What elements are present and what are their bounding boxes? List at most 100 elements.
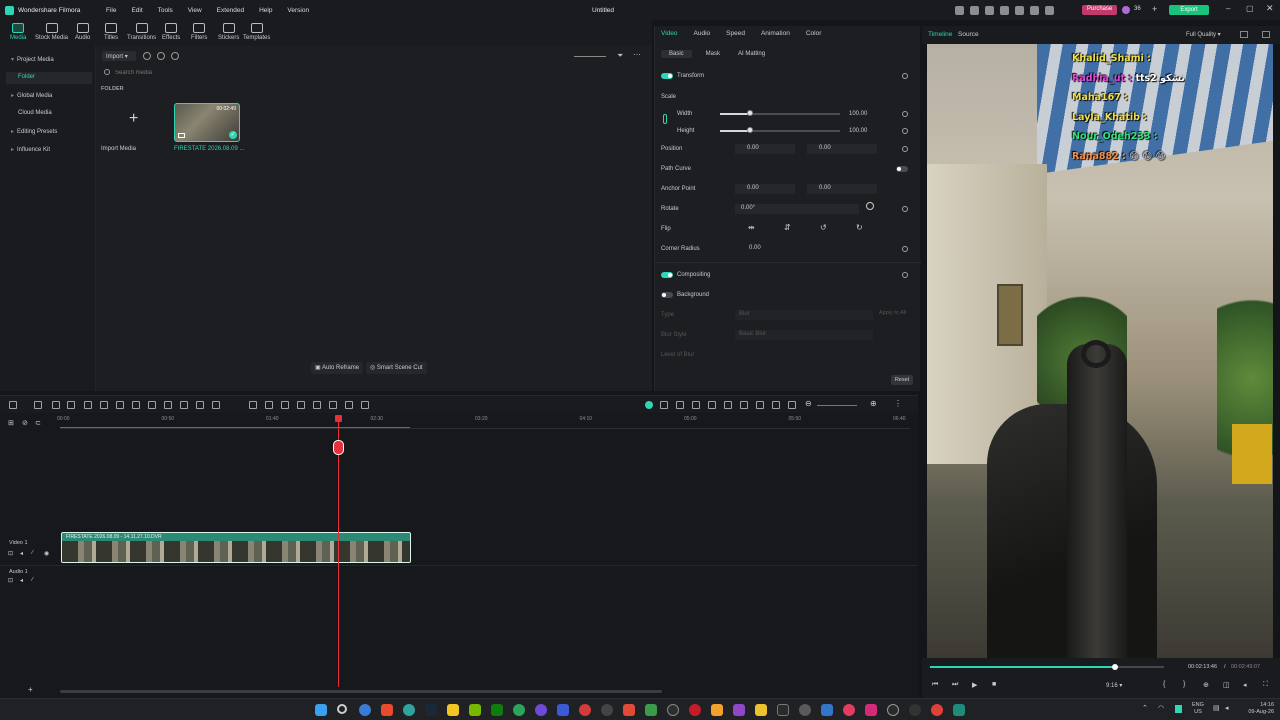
keyframe-icon[interactable] xyxy=(902,128,908,134)
sidebar-item-editing-presets[interactable]: ▸ Editing Presets xyxy=(11,128,57,135)
sidebar-item-influence-kit[interactable]: ▸ Influence Kit xyxy=(11,146,50,153)
purchase-button[interactable]: Purchase xyxy=(1082,5,1118,15)
cut-icon[interactable] xyxy=(329,401,337,409)
app-icon[interactable] xyxy=(557,704,569,716)
delete-icon[interactable] xyxy=(84,401,92,409)
add-track-button[interactable]: + xyxy=(28,685,33,694)
scene-icon[interactable] xyxy=(361,401,369,409)
snapshot-icon[interactable]: ◫ xyxy=(1223,681,1230,689)
reset-button[interactable]: Reset xyxy=(891,375,913,385)
app-icon[interactable] xyxy=(667,704,679,716)
mark-in-icon[interactable]: { xyxy=(1163,681,1165,688)
shield-icon[interactable] xyxy=(1000,6,1009,15)
tab-stock-media[interactable]: Stock Media xyxy=(35,23,68,41)
menu-version[interactable]: Version xyxy=(287,7,309,14)
import-media-tile[interactable]: + xyxy=(101,104,167,142)
fx-icon[interactable]: ∕ xyxy=(32,550,33,556)
rotate-field[interactable]: 0.00° xyxy=(735,204,859,214)
keyframe-icon[interactable] xyxy=(902,146,908,152)
undo-icon[interactable] xyxy=(52,401,60,409)
flip-horizontal-icon[interactable]: ⇹ xyxy=(748,223,755,232)
tab-audio[interactable]: Audio xyxy=(75,23,90,41)
prev-frame-icon[interactable]: ⏮ xyxy=(932,681,938,689)
volume-icon[interactable]: ◂ xyxy=(1243,681,1247,689)
app-icon[interactable] xyxy=(601,704,613,716)
globe-icon[interactable] xyxy=(1015,6,1024,15)
freeze-icon[interactable] xyxy=(345,401,353,409)
select-icon[interactable] xyxy=(34,401,42,409)
tab-effects[interactable]: Effects xyxy=(162,23,180,41)
playhead-handle[interactable] xyxy=(334,415,342,422)
redo-icon[interactable] xyxy=(67,401,75,409)
keyframe-icon[interactable] xyxy=(902,206,908,212)
playhead-marker[interactable] xyxy=(332,440,344,455)
quality-select[interactable]: Full Quality ▾ xyxy=(1186,31,1221,38)
maximize-icon[interactable]: ▢ xyxy=(1246,4,1254,13)
clock[interactable]: 14:16 09-Aug-26 xyxy=(1240,702,1274,716)
gift-icon[interactable] xyxy=(955,6,964,15)
more-icon[interactable]: ⋮ xyxy=(894,399,902,408)
app-icon[interactable] xyxy=(909,704,921,716)
tab-color[interactable]: Color xyxy=(806,30,822,37)
search-bar[interactable] xyxy=(100,67,648,79)
edge-icon[interactable] xyxy=(403,704,415,716)
speed-icon[interactable] xyxy=(196,401,204,409)
mask-icon[interactable] xyxy=(281,401,289,409)
menu-extended[interactable]: Extended xyxy=(217,7,244,14)
tab-speed[interactable]: Speed xyxy=(726,30,745,37)
search-input[interactable] xyxy=(115,67,415,78)
thumbnail-size-slider[interactable] xyxy=(574,56,606,57)
layout-icon[interactable] xyxy=(9,401,17,409)
width-value[interactable]: 100.00 xyxy=(849,111,867,117)
zoom-icon[interactable]: ⊕ xyxy=(1203,681,1209,689)
app-icon[interactable] xyxy=(931,704,943,716)
clip-thumbnail[interactable]: 00:02:49 ✓ xyxy=(174,103,240,142)
menu-file[interactable]: File xyxy=(106,7,116,14)
add-icon[interactable]: + xyxy=(1152,4,1157,14)
tab-source[interactable]: Source xyxy=(958,31,979,38)
more-icon[interactable]: ⋯ xyxy=(633,50,641,59)
horizontal-scrollbar[interactable] xyxy=(60,690,662,693)
render-icon[interactable] xyxy=(645,401,653,409)
export-button[interactable]: Export xyxy=(1169,5,1209,15)
width-slider-knob[interactable] xyxy=(747,110,753,116)
layout-icon[interactable] xyxy=(1045,6,1054,15)
support-icon[interactable] xyxy=(1030,6,1039,15)
chevron-up-icon[interactable]: ⌃ xyxy=(1142,704,1148,712)
network-icon[interactable]: ▤ xyxy=(1213,704,1220,712)
color-icon[interactable] xyxy=(148,401,156,409)
link-icon[interactable] xyxy=(663,114,667,124)
keyframe-icon[interactable] xyxy=(902,272,908,278)
sidebar-item-global-media[interactable]: ▸ Global Media xyxy=(11,92,52,99)
folder-icon[interactable] xyxy=(447,704,459,716)
flip-vertical-icon[interactable]: ⇵ xyxy=(784,223,791,232)
zoom-in-icon[interactable]: ⊕ xyxy=(870,399,877,408)
keyframe-icon[interactable] xyxy=(902,111,908,117)
tab-stickers[interactable]: Stickers xyxy=(218,23,239,41)
filter-icon[interactable]: ⏷ xyxy=(617,51,623,61)
app-icon[interactable] xyxy=(733,704,745,716)
rotate-right-icon[interactable]: ↻ xyxy=(856,223,863,232)
position-x-field[interactable]: 0.00 xyxy=(735,144,795,154)
type-select[interactable]: Blur xyxy=(735,310,873,320)
sidebar-item-folder[interactable]: Folder xyxy=(6,72,92,84)
cloud-icon[interactable] xyxy=(985,6,994,15)
import-button[interactable]: Import ▾ xyxy=(102,51,136,61)
tab-video[interactable]: Video xyxy=(661,30,678,37)
height-slider-knob[interactable] xyxy=(747,127,753,133)
rotate-dial-icon[interactable] xyxy=(866,202,874,210)
tab-titles[interactable]: Titles xyxy=(104,23,118,41)
brave-icon[interactable] xyxy=(381,704,393,716)
speaker-icon[interactable]: ◂ xyxy=(20,577,23,584)
snapshot-icon[interactable] xyxy=(1240,31,1248,38)
mark-out-icon[interactable]: } xyxy=(1183,681,1185,688)
compositing-toggle[interactable] xyxy=(661,272,673,278)
subtab-basic[interactable]: Basic xyxy=(661,50,692,58)
subtab-ai-matting[interactable]: AI Matting xyxy=(734,50,769,58)
voiceover-icon[interactable] xyxy=(692,401,700,409)
discord-icon[interactable] xyxy=(535,704,547,716)
smart-scene-cut-button[interactable]: ◎ Smart Scene Cut xyxy=(366,362,427,374)
keyframe-icon[interactable] xyxy=(902,246,908,252)
path-curve-toggle[interactable] xyxy=(896,166,908,172)
minimize-icon[interactable]: – xyxy=(1226,4,1230,13)
